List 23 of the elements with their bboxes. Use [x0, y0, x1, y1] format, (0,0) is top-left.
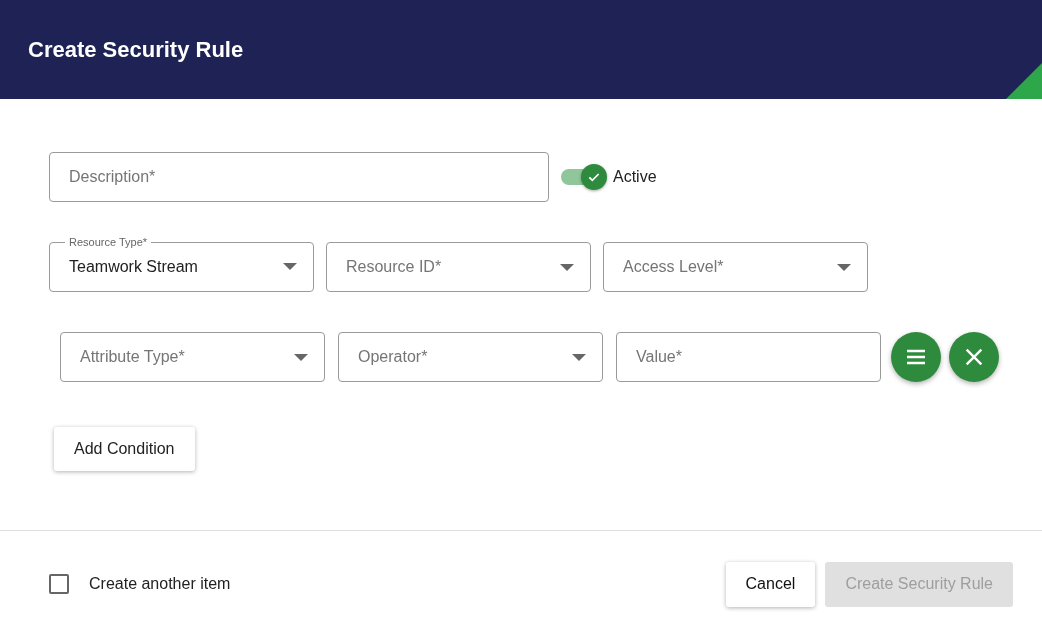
caret-icon: [837, 263, 851, 271]
caret-icon: [283, 263, 297, 270]
input-field[interactable]: Value*: [616, 332, 881, 382]
menu-button[interactable]: [891, 332, 941, 382]
active-label: Active: [613, 168, 657, 186]
select-field[interactable]: Resource Type* Teamwork Stream: [49, 236, 314, 292]
add-condition-button[interactable]: Add Condition: [54, 427, 195, 471]
cancel-button[interactable]: Cancel: [725, 561, 816, 607]
checkbox-label: Create another item: [89, 575, 231, 593]
caret-icon: [560, 263, 574, 271]
select-field[interactable]: Access Level*: [603, 242, 868, 292]
caret-icon: [294, 353, 308, 361]
select-field[interactable]: Attribute Type*: [60, 332, 325, 382]
select-field[interactable]: Resource ID*: [326, 242, 591, 292]
description-field[interactable]: Description*: [49, 152, 549, 202]
close-button[interactable]: [949, 332, 999, 382]
corner-triangle-icon: [1006, 63, 1042, 99]
select-field[interactable]: Operator*: [338, 332, 603, 382]
toggle-switch[interactable]: [561, 164, 607, 190]
caret-icon: [572, 353, 586, 361]
dialog-title: Create Security Rule: [28, 36, 244, 63]
checkbox[interactable]: [49, 574, 69, 594]
close-icon: [963, 346, 985, 368]
